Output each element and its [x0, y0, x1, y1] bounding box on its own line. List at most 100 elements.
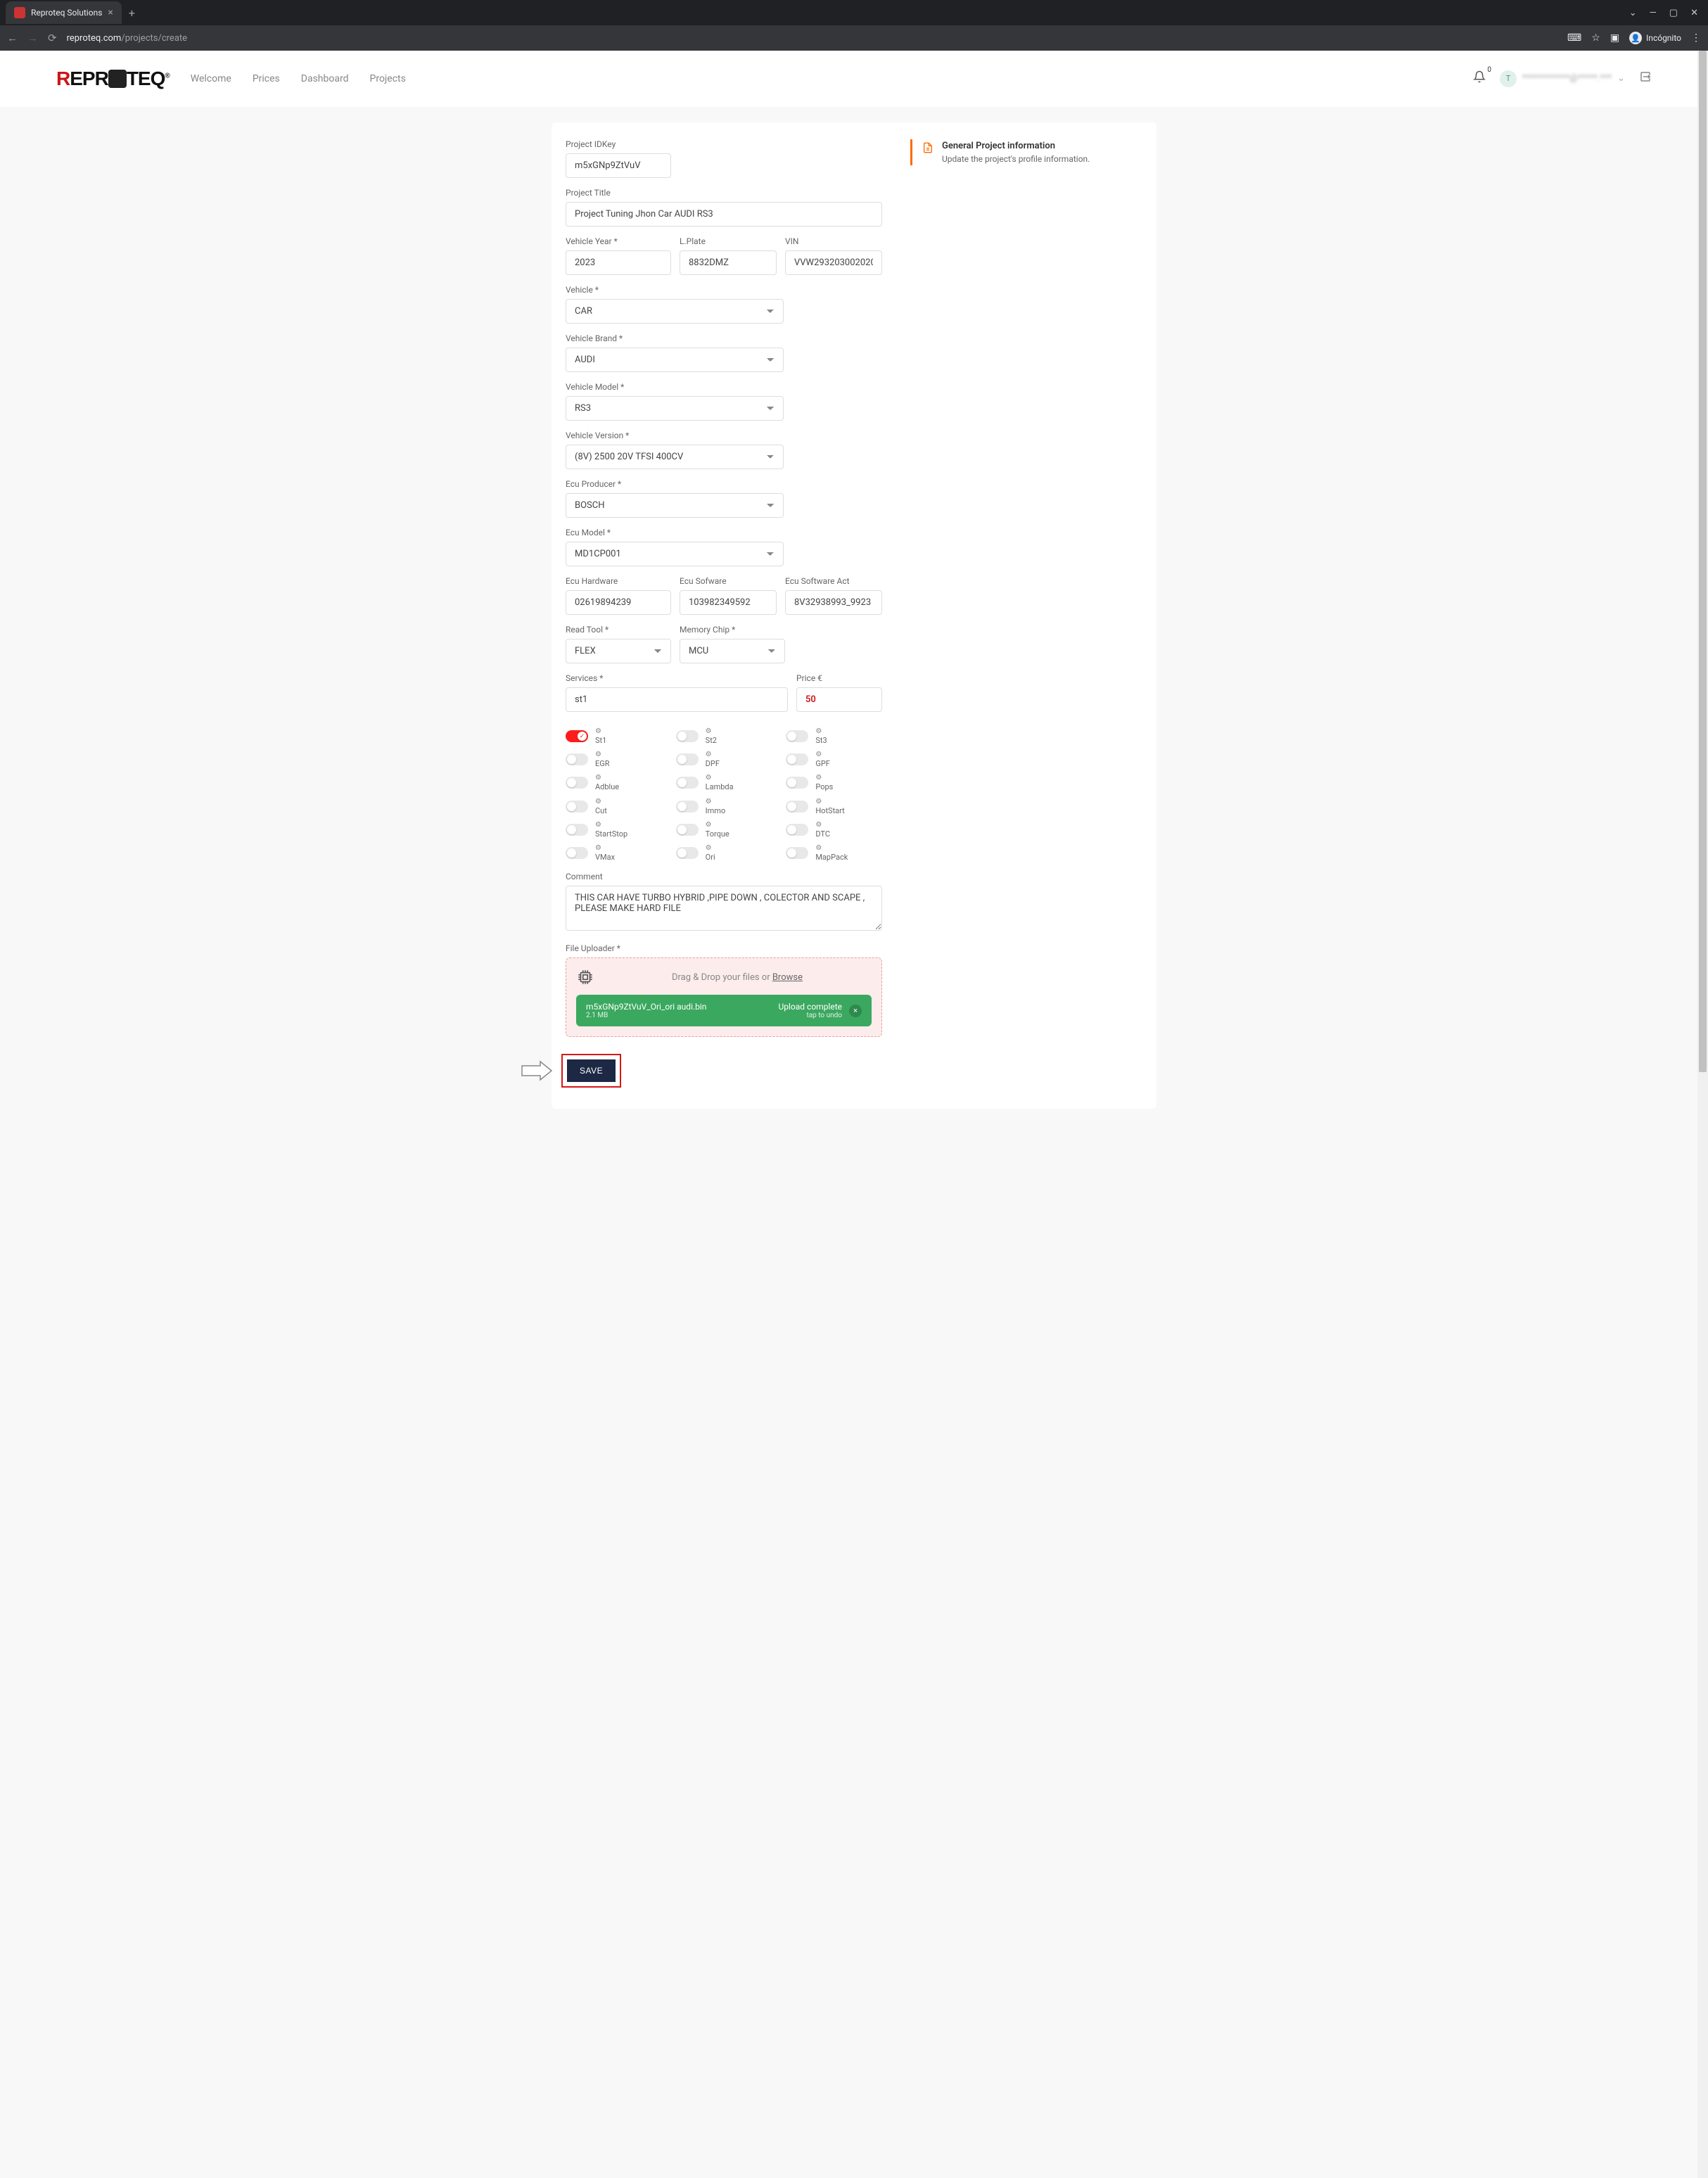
- toggle[interactable]: [676, 730, 699, 742]
- toggle[interactable]: [566, 753, 588, 765]
- label-file-uploader: File Uploader *: [566, 943, 882, 953]
- service-toggle-dpf[interactable]: ⚙DPF: [676, 751, 772, 768]
- label-ecu-software-act: Ecu Software Act: [785, 576, 882, 586]
- service-toggle-st1[interactable]: ⚙St1: [566, 727, 662, 745]
- remove-file-button[interactable]: ×: [849, 1005, 862, 1017]
- read-tool-select[interactable]: FLEX: [566, 639, 671, 663]
- extensions-icon[interactable]: ▣: [1610, 32, 1619, 44]
- toggle[interactable]: [786, 824, 808, 836]
- nav-prices[interactable]: Prices: [253, 73, 280, 84]
- service-toggle-dtc[interactable]: ⚙DTC: [786, 821, 882, 839]
- project-title-input[interactable]: [566, 202, 882, 227]
- label-services: Services *: [566, 673, 788, 683]
- address-bar[interactable]: reproteq.com/projects/create: [67, 33, 1557, 44]
- price-input[interactable]: [796, 687, 882, 712]
- logo[interactable]: REPRTEQ®: [56, 68, 170, 90]
- forward-button[interactable]: →: [27, 32, 38, 44]
- kebab-menu-icon[interactable]: ⋮: [1691, 32, 1701, 44]
- service-toggle-gpf[interactable]: ⚙GPF: [786, 751, 882, 768]
- new-tab-button[interactable]: +: [129, 6, 135, 20]
- ecu-software-input[interactable]: [680, 590, 777, 615]
- back-button[interactable]: ←: [7, 32, 18, 44]
- ecu-model-select[interactable]: MD1CP001: [566, 542, 784, 566]
- browse-link[interactable]: Browse: [772, 972, 803, 983]
- service-toggle-torque[interactable]: ⚙Torque: [676, 821, 772, 839]
- file-uploader[interactable]: Drag & Drop your files or Browse m5xGNp9…: [566, 957, 882, 1037]
- service-toggle-st3[interactable]: ⚙St3: [786, 727, 882, 745]
- service-toggle-startstop[interactable]: ⚙StartStop: [566, 821, 662, 839]
- ecu-hardware-input[interactable]: [566, 590, 671, 615]
- toggle[interactable]: [786, 730, 808, 742]
- toggle[interactable]: [566, 847, 588, 859]
- service-toggle-mappack[interactable]: ⚙MapPack: [786, 844, 882, 862]
- nav-projects[interactable]: Projects: [370, 73, 406, 84]
- translate-icon[interactable]: ⌨: [1567, 32, 1581, 44]
- toggle[interactable]: [676, 777, 699, 789]
- toggle[interactable]: [676, 801, 699, 813]
- ecu-software-act-input[interactable]: [785, 590, 882, 615]
- vehicle-select[interactable]: CAR: [566, 299, 784, 324]
- service-toggle-pops[interactable]: ⚙Pops: [786, 774, 882, 791]
- service-toggle-st2[interactable]: ⚙St2: [676, 727, 772, 745]
- chevron-down-icon[interactable]: ⌄: [1629, 8, 1637, 18]
- service-toggle-adblue[interactable]: ⚙Adblue: [566, 774, 662, 791]
- nav-welcome[interactable]: Welcome: [191, 73, 231, 84]
- scrollbar[interactable]: [1697, 51, 1708, 2178]
- label-ecu-producer: Ecu Producer *: [566, 479, 784, 489]
- label-ecu-hardware: Ecu Hardware: [566, 576, 671, 586]
- notifications-button[interactable]: 0: [1473, 70, 1486, 87]
- uploaded-file-chip: m5xGNp9ZtVuV_Ori_ori audi.bin 2.1 MB Upl…: [576, 995, 872, 1026]
- vehicle-brand-select[interactable]: AUDI: [566, 348, 784, 372]
- toggle[interactable]: [786, 777, 808, 789]
- scrollbar-thumb[interactable]: [1699, 51, 1707, 1072]
- toggle[interactable]: [566, 730, 588, 742]
- toggle[interactable]: [786, 753, 808, 765]
- toggle[interactable]: [566, 801, 588, 813]
- services-input[interactable]: [566, 687, 788, 712]
- toggle[interactable]: [786, 847, 808, 859]
- label-vehicle-brand: Vehicle Brand *: [566, 333, 784, 343]
- comment-textarea[interactable]: [566, 886, 882, 931]
- service-toggle-lambda[interactable]: ⚙Lambda: [676, 774, 772, 791]
- memory-chip-select[interactable]: MCU: [680, 639, 785, 663]
- browser-tab[interactable]: Reproteq Solutions ×: [6, 1, 122, 24]
- toggle[interactable]: [676, 824, 699, 836]
- toggle[interactable]: [566, 824, 588, 836]
- ecu-producer-select[interactable]: BOSCH: [566, 493, 784, 518]
- save-button[interactable]: SAVE: [567, 1059, 616, 1082]
- label-vehicle: Vehicle *: [566, 285, 784, 295]
- service-toggle-ori[interactable]: ⚙Ori: [676, 844, 772, 862]
- info-subtitle: Update the project's profile information…: [942, 154, 1090, 164]
- lplate-input[interactable]: [680, 250, 777, 275]
- vehicle-year-input[interactable]: [566, 250, 671, 275]
- toggle[interactable]: [676, 753, 699, 765]
- vin-input[interactable]: [785, 250, 882, 275]
- upload-status: Upload complete: [778, 1002, 842, 1012]
- label-memory-chip: Memory Chip *: [680, 625, 785, 635]
- arrow-annotation: [521, 1060, 553, 1081]
- toggle[interactable]: [566, 777, 588, 789]
- vehicle-version-select[interactable]: (8V) 2500 20V TFSI 400CV: [566, 445, 784, 469]
- uploader-text: Drag & Drop your files or Browse: [603, 972, 872, 983]
- minimize-icon[interactable]: —: [1650, 8, 1657, 18]
- project-idkey-input[interactable]: [566, 153, 671, 178]
- toggle[interactable]: [676, 847, 699, 859]
- service-toggle-hotstart[interactable]: ⚙HotStart: [786, 798, 882, 815]
- label-lplate: L.Plate: [680, 236, 777, 246]
- service-toggle-egr[interactable]: ⚙EGR: [566, 751, 662, 768]
- incognito-icon: 👤: [1629, 32, 1642, 44]
- label-vin: VIN: [785, 236, 882, 246]
- vehicle-model-select[interactable]: RS3: [566, 396, 784, 421]
- service-toggle-vmax[interactable]: ⚙VMax: [566, 844, 662, 862]
- toggle[interactable]: [786, 801, 808, 813]
- service-toggle-immo[interactable]: ⚙Immo: [676, 798, 772, 815]
- maximize-icon[interactable]: ▢: [1669, 8, 1678, 18]
- close-window-icon[interactable]: ✕: [1690, 8, 1698, 18]
- reload-button[interactable]: ⟳: [48, 32, 57, 44]
- close-tab-icon[interactable]: ×: [108, 7, 113, 18]
- logout-button[interactable]: [1639, 70, 1652, 87]
- service-toggle-cut[interactable]: ⚙Cut: [566, 798, 662, 815]
- bookmark-icon[interactable]: ☆: [1591, 32, 1600, 44]
- user-menu[interactable]: T ************@*****.*** ⌄: [1500, 70, 1625, 87]
- nav-dashboard[interactable]: Dashboard: [301, 73, 349, 84]
